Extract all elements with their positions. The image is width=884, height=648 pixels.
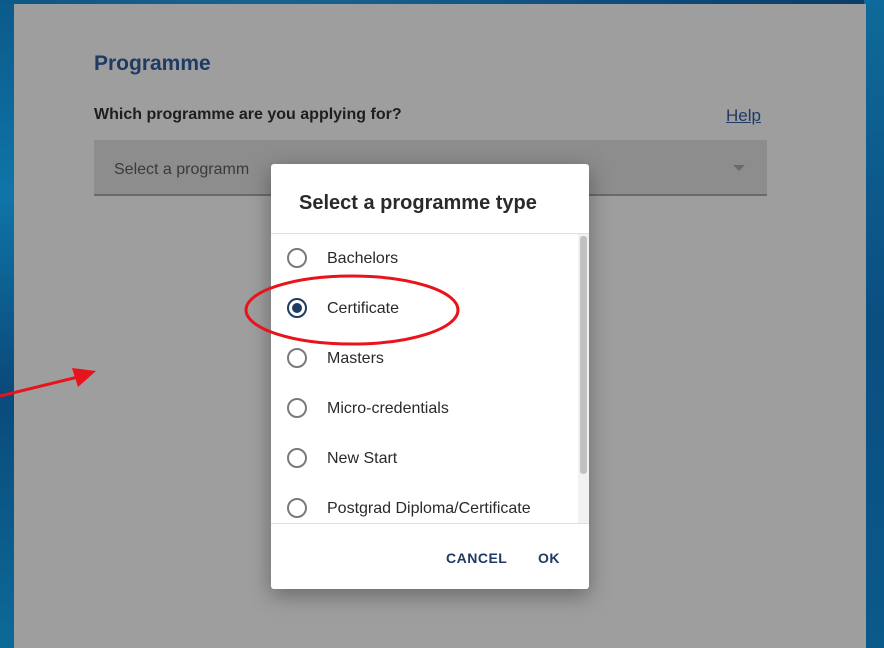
option-label: New Start [327,450,398,467]
radio-button[interactable] [287,348,307,368]
programme-question-label: Which programme are you applying for? [94,106,402,123]
programme-type-options: Bachelors Certificate Masters Micro-cred… [271,234,589,523]
option-bachelors[interactable]: Bachelors [271,234,579,284]
background-right-edge [864,0,884,648]
option-label: Certificate [327,300,400,317]
dialog-title: Select a programme type [299,192,537,214]
programme-select-placeholder: Select a programm [114,161,250,178]
option-masters[interactable]: Masters [271,334,579,384]
radio-button[interactable] [287,398,307,418]
option-postgrad-diploma[interactable]: Postgrad Diploma/Certificate [271,484,579,523]
option-label: Masters [327,350,384,367]
help-link[interactable]: Help [726,106,761,126]
dialog-divider-bottom [271,523,589,524]
radio-button[interactable] [287,498,307,518]
radio-button[interactable] [287,248,307,268]
ok-button[interactable]: OK [538,550,560,566]
option-certificate[interactable]: Certificate [271,284,579,334]
chevron-down-icon [733,165,745,171]
option-micro-credentials[interactable]: Micro-credentials [271,384,579,434]
radio-button[interactable] [287,448,307,468]
section-title: Programme [94,52,211,75]
radio-button-selected[interactable] [287,298,307,318]
option-label: Micro-credentials [327,400,449,417]
cancel-button[interactable]: CANCEL [446,550,507,566]
programme-type-dialog: Select a programme type Bachelors Certif… [271,164,589,589]
option-label: Postgrad Diploma/Certificate [327,500,531,517]
option-new-start[interactable]: New Start [271,434,579,484]
option-label: Bachelors [327,250,399,267]
options-scrollbar-thumb[interactable] [580,236,587,474]
